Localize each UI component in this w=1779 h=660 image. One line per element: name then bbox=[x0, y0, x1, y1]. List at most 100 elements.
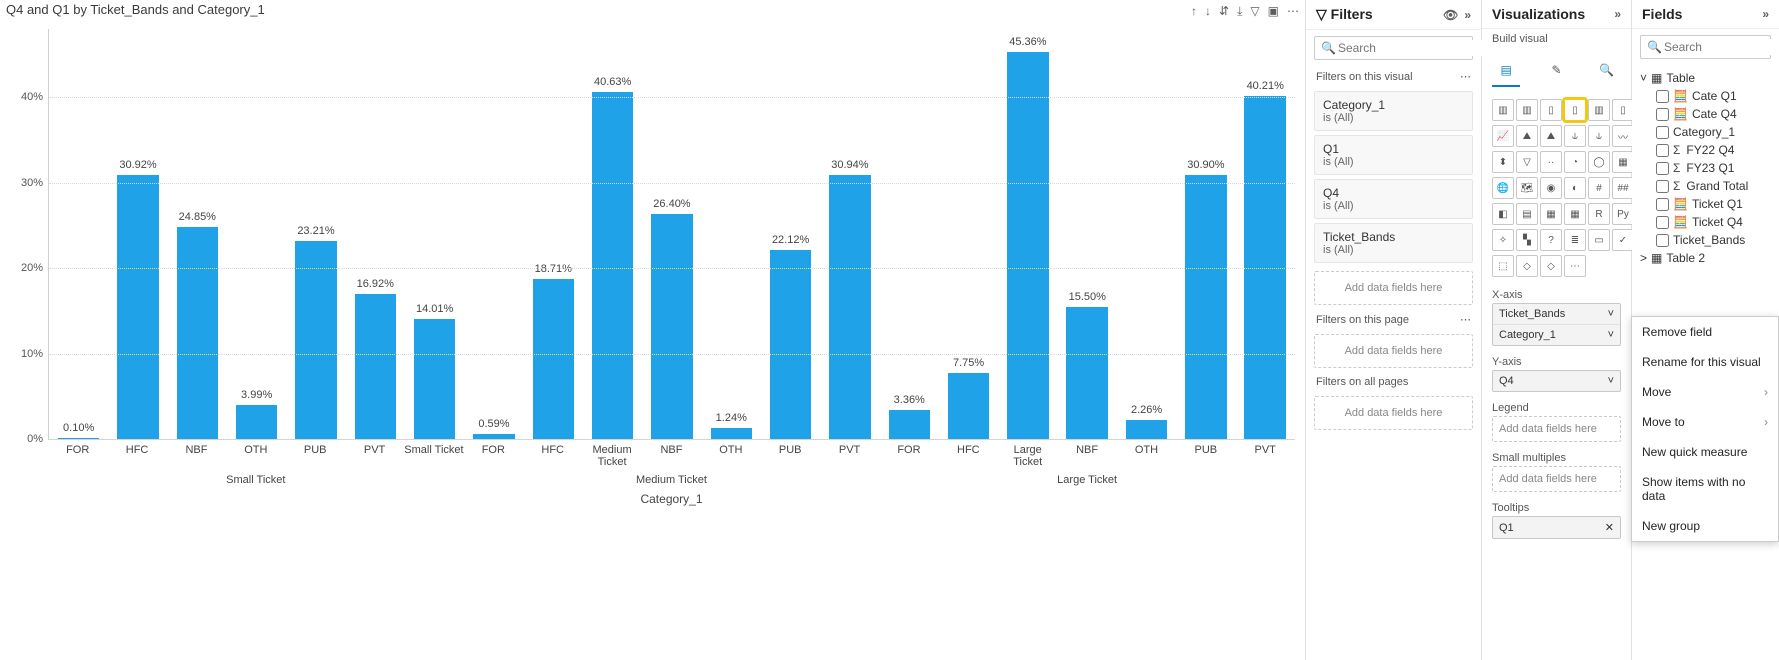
viz-type-multi-card[interactable]: ## bbox=[1612, 177, 1634, 199]
field-checkbox[interactable] bbox=[1656, 126, 1669, 139]
field-node[interactable]: 🧮Ticket Q4 bbox=[1638, 213, 1773, 231]
context-menu-item[interactable]: New quick measure bbox=[1632, 437, 1778, 467]
drill-down-icon[interactable]: ↓ bbox=[1205, 4, 1211, 19]
field-checkbox[interactable] bbox=[1656, 90, 1669, 103]
bar[interactable]: 40.63% bbox=[592, 92, 634, 439]
viz-type-waterfall[interactable]: ⬍ bbox=[1492, 151, 1514, 173]
well-field[interactable]: Q1✕ bbox=[1493, 517, 1620, 538]
collapse-icon[interactable]: » bbox=[1464, 8, 1471, 22]
more-icon[interactable]: ⋯ bbox=[1460, 313, 1471, 326]
viz-type-scorecard[interactable]: ✓ bbox=[1612, 229, 1634, 251]
more-icon[interactable]: ⋯ bbox=[1460, 70, 1471, 83]
context-menu-item[interactable]: Show items with no data bbox=[1632, 467, 1778, 511]
bar[interactable]: 45.36% bbox=[1007, 52, 1049, 439]
viz-type-line-stacked-column[interactable]: ⫝ bbox=[1564, 125, 1586, 147]
viz-type-pie[interactable]: ◔ bbox=[1564, 151, 1586, 173]
analytics-icon[interactable]: 🔍 bbox=[1593, 55, 1621, 87]
bar[interactable]: 26.40% bbox=[651, 214, 693, 440]
viz-type-decomposition[interactable]: ▚ bbox=[1516, 229, 1538, 251]
field-checkbox[interactable] bbox=[1656, 144, 1669, 157]
field-checkbox[interactable] bbox=[1656, 234, 1669, 247]
bar[interactable]: 16.92% bbox=[355, 294, 397, 439]
field-checkbox[interactable] bbox=[1656, 216, 1669, 229]
filters-search[interactable]: 🔍 bbox=[1314, 36, 1473, 60]
bar[interactable]: 23.21% bbox=[295, 241, 337, 439]
small-multiples-well[interactable]: Add data fields here bbox=[1492, 466, 1621, 492]
filter-card[interactable]: Q4is (All) bbox=[1314, 179, 1473, 219]
filter-icon[interactable]: ▽ bbox=[1250, 4, 1259, 19]
collapse-icon[interactable]: » bbox=[1762, 7, 1769, 21]
viz-type-matrix[interactable]: ▦ bbox=[1564, 203, 1586, 225]
viz-type-donut[interactable]: ◯ bbox=[1588, 151, 1610, 173]
bar[interactable]: 30.92% bbox=[117, 175, 159, 439]
viz-type-narrative[interactable]: ≣ bbox=[1564, 229, 1586, 251]
viz-type-line-clustered-column[interactable]: ⫝ bbox=[1588, 125, 1610, 147]
chevron-down-icon[interactable]: ˅ bbox=[1608, 375, 1614, 387]
filters-search-input[interactable] bbox=[1336, 40, 1495, 56]
viz-type-metrics[interactable]: ⬚ bbox=[1492, 255, 1514, 277]
viz-type-clustered-bar[interactable]: ▥ bbox=[1516, 99, 1538, 121]
viz-type-ribbon[interactable]: 〰 bbox=[1612, 125, 1634, 147]
viz-type-stacked-area[interactable]: ⛰ bbox=[1540, 125, 1562, 147]
field-node[interactable]: Category_1 bbox=[1638, 123, 1773, 141]
field-node[interactable]: Ticket_Bands bbox=[1638, 231, 1773, 249]
viz-type-treemap[interactable]: ▦ bbox=[1612, 151, 1634, 173]
bar[interactable]: 3.36% bbox=[889, 410, 931, 439]
filter-card[interactable]: Category_1is (All) bbox=[1314, 91, 1473, 131]
field-checkbox[interactable] bbox=[1656, 162, 1669, 175]
bar[interactable]: 15.50% bbox=[1066, 307, 1108, 439]
yaxis-well[interactable]: Q4˅ bbox=[1492, 370, 1621, 392]
drill-expand-icon[interactable]: ⇵ bbox=[1219, 4, 1229, 19]
viz-type-stacked-bar-100[interactable]: ▥ bbox=[1588, 99, 1610, 121]
viz-type-table[interactable]: ▦ bbox=[1540, 203, 1562, 225]
viz-type-qna[interactable]: ? bbox=[1540, 229, 1562, 251]
field-checkbox[interactable] bbox=[1656, 108, 1669, 121]
eye-icon[interactable]: 👁 bbox=[1443, 8, 1458, 22]
field-node[interactable]: 🧮Cate Q1 bbox=[1638, 87, 1773, 105]
viz-type-clustered-column-100[interactable]: ▯ bbox=[1612, 99, 1634, 121]
chevron-down-icon[interactable]: ˅ bbox=[1608, 329, 1614, 341]
filters-all-drop[interactable]: Add data fields here bbox=[1314, 396, 1473, 430]
legend-well[interactable]: Add data fields here bbox=[1492, 416, 1621, 442]
table-node[interactable]: ˅▦Table bbox=[1638, 69, 1773, 87]
tooltips-well[interactable]: Q1✕ bbox=[1492, 516, 1621, 539]
context-menu-item[interactable]: Rename for this visual bbox=[1632, 347, 1778, 377]
viz-type-clustered-column[interactable]: ▯ bbox=[1564, 99, 1586, 121]
viz-type-stacked-bar[interactable]: ▥ bbox=[1492, 99, 1514, 121]
drill-up-icon[interactable]: ↑ bbox=[1191, 4, 1197, 19]
collapse-icon[interactable]: » bbox=[1614, 7, 1621, 21]
xaxis-well[interactable]: Ticket_Bands˅Category_1˅ bbox=[1492, 303, 1621, 346]
viz-type-pbiviz[interactable]: ◇ bbox=[1540, 255, 1562, 277]
viz-type-r[interactable]: R bbox=[1588, 203, 1610, 225]
viz-type-arcgis[interactable]: ◇ bbox=[1516, 255, 1538, 277]
context-menu-item[interactable]: Move bbox=[1632, 377, 1778, 407]
bar[interactable]: 3.99% bbox=[236, 405, 278, 439]
field-node[interactable]: FY23 Q1 bbox=[1638, 159, 1773, 177]
viz-type-scatter[interactable]: ·· bbox=[1540, 151, 1562, 173]
context-menu-item[interactable]: New group bbox=[1632, 511, 1778, 541]
field-node[interactable]: 🧮Cate Q4 bbox=[1638, 105, 1773, 123]
viz-type-filled-map[interactable]: 🗺 bbox=[1516, 177, 1538, 199]
chevron-down-icon[interactable]: ✕ bbox=[1605, 521, 1614, 534]
field-checkbox[interactable] bbox=[1656, 198, 1669, 211]
bar[interactable]: 14.01% bbox=[414, 319, 456, 439]
viz-type-key-influencers[interactable]: ✧ bbox=[1492, 229, 1514, 251]
viz-type-azure-map[interactable]: ◉ bbox=[1540, 177, 1562, 199]
filter-card[interactable]: Q1is (All) bbox=[1314, 135, 1473, 175]
focus-mode-icon[interactable]: ▣ bbox=[1268, 4, 1279, 19]
filters-page-drop[interactable]: Add data fields here bbox=[1314, 334, 1473, 368]
bar[interactable]: 2.26% bbox=[1126, 420, 1168, 439]
bar[interactable]: 24.85% bbox=[177, 227, 219, 439]
more-options-icon[interactable]: ⋯ bbox=[1287, 4, 1299, 19]
filter-card[interactable]: Ticket_Bandsis (All) bbox=[1314, 223, 1473, 263]
field-node[interactable]: Grand Total bbox=[1638, 177, 1773, 195]
bar[interactable]: 7.75% bbox=[948, 373, 990, 439]
viz-type-funnel[interactable]: ▽ bbox=[1516, 151, 1538, 173]
well-field[interactable]: Ticket_Bands˅ bbox=[1493, 304, 1620, 325]
format-visual-icon[interactable]: ✎ bbox=[1542, 55, 1570, 87]
bar[interactable]: 30.94% bbox=[829, 175, 871, 439]
viz-type-paginated[interactable]: ▭ bbox=[1588, 229, 1610, 251]
fields-search-input[interactable] bbox=[1662, 39, 1779, 55]
filters-visual-drop[interactable]: Add data fields here bbox=[1314, 271, 1473, 305]
viz-type-slicer[interactable]: ▤ bbox=[1516, 203, 1538, 225]
